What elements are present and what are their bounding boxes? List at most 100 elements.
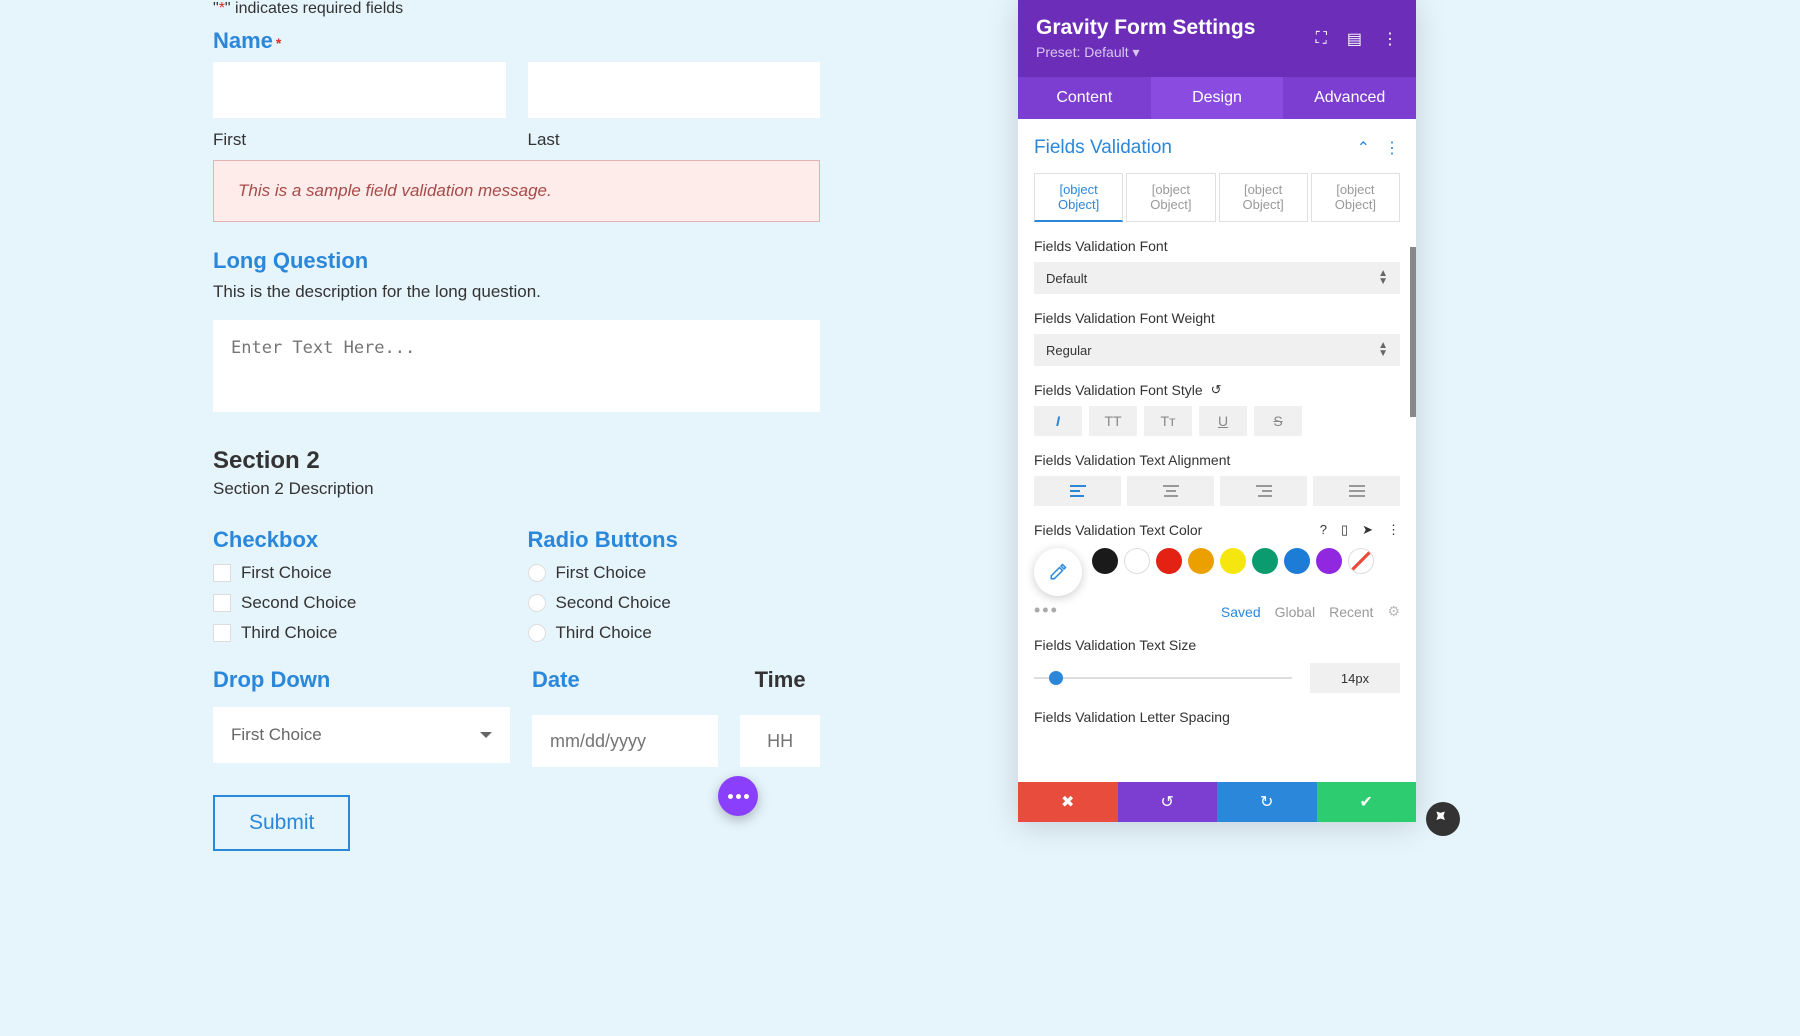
ellipsis-icon bbox=[728, 794, 749, 799]
color-swatch-none[interactable] bbox=[1348, 548, 1374, 574]
time-label: Time bbox=[740, 667, 820, 693]
select-arrows-icon: ▲▼ bbox=[1378, 342, 1388, 358]
text-align-label: Fields Validation Text Alignment bbox=[1034, 452, 1400, 468]
gear-icon[interactable]: ⚙ bbox=[1387, 603, 1400, 620]
checkbox-option[interactable]: Second Choice bbox=[213, 593, 506, 613]
section-2-description: Section 2 Description bbox=[213, 479, 820, 499]
name-label: Name* bbox=[213, 28, 820, 54]
swatch-tab-saved[interactable]: Saved bbox=[1221, 604, 1261, 620]
subtab-3[interactable]: [object Object] bbox=[1219, 173, 1308, 222]
color-swatch-blue[interactable] bbox=[1284, 548, 1310, 574]
tab-content[interactable]: Content bbox=[1018, 77, 1151, 119]
radio-option[interactable]: Third Choice bbox=[528, 623, 821, 643]
more-colors-icon[interactable]: ••• bbox=[1034, 600, 1059, 621]
color-swatch-red[interactable] bbox=[1156, 548, 1182, 574]
radio-option[interactable]: Second Choice bbox=[528, 593, 821, 613]
underline-button[interactable]: U bbox=[1199, 406, 1247, 436]
color-swatch-purple[interactable] bbox=[1316, 548, 1342, 574]
color-swatch-yellow[interactable] bbox=[1220, 548, 1246, 574]
kebab-icon[interactable]: ⋮ bbox=[1384, 138, 1400, 158]
radio-option[interactable]: First Choice bbox=[528, 563, 821, 583]
checkbox-icon bbox=[213, 594, 231, 612]
radio-group-label: Radio Buttons bbox=[528, 527, 821, 553]
expand-icon[interactable]: ⛶ bbox=[1316, 30, 1327, 48]
text-size-slider[interactable] bbox=[1034, 677, 1292, 679]
long-question-textarea[interactable] bbox=[213, 320, 820, 412]
chevron-up-icon[interactable]: ⌃ bbox=[1357, 138, 1370, 158]
dropdown-select[interactable]: First Choice bbox=[213, 707, 510, 763]
tab-advanced[interactable]: Advanced bbox=[1283, 77, 1416, 119]
section-2-title: Section 2 bbox=[213, 447, 820, 475]
checkbox-option[interactable]: First Choice bbox=[213, 563, 506, 583]
text-size-value[interactable]: 14px bbox=[1310, 663, 1400, 693]
align-right-button[interactable] bbox=[1220, 476, 1307, 506]
swatch-tab-recent[interactable]: Recent bbox=[1329, 604, 1373, 620]
color-swatch-black[interactable] bbox=[1092, 548, 1118, 574]
fields-validation-header[interactable]: Fields Validation bbox=[1034, 137, 1172, 159]
checkbox-icon bbox=[213, 624, 231, 642]
letter-spacing-label: Fields Validation Letter Spacing bbox=[1034, 709, 1400, 725]
text-size-label: Fields Validation Text Size bbox=[1034, 637, 1400, 653]
kebab-icon[interactable]: ⋮ bbox=[1382, 29, 1398, 49]
color-swatch-orange[interactable] bbox=[1188, 548, 1214, 574]
discard-button[interactable]: ✖ bbox=[1018, 782, 1118, 822]
subtab-4[interactable]: [object Object] bbox=[1311, 173, 1400, 222]
align-center-button[interactable] bbox=[1127, 476, 1214, 506]
mobile-icon[interactable]: ▯ bbox=[1341, 522, 1348, 538]
align-left-button[interactable] bbox=[1034, 476, 1121, 506]
date-input[interactable] bbox=[532, 715, 718, 767]
required-fields-note: "*" indicates required fields bbox=[213, 0, 820, 18]
last-name-input[interactable] bbox=[528, 62, 821, 118]
last-name-sublabel: Last bbox=[528, 130, 821, 150]
scrollbar-thumb[interactable] bbox=[1410, 247, 1416, 417]
checkbox-option[interactable]: Third Choice bbox=[213, 623, 506, 643]
color-swatch-white[interactable] bbox=[1124, 548, 1150, 574]
text-color-label: Fields Validation Text Color bbox=[1034, 522, 1202, 538]
uppercase-button[interactable]: TT bbox=[1089, 406, 1137, 436]
fab-more-button[interactable] bbox=[718, 776, 758, 816]
reset-icon[interactable]: ↺ bbox=[1211, 382, 1222, 398]
select-arrows-icon: ▲▼ bbox=[1378, 270, 1388, 286]
align-justify-button[interactable] bbox=[1313, 476, 1400, 506]
tab-design[interactable]: Design bbox=[1151, 77, 1284, 119]
smallcaps-button[interactable]: Tᴛ bbox=[1144, 406, 1192, 436]
subtab-1[interactable]: [object Object] bbox=[1034, 173, 1123, 222]
color-swatch-green[interactable] bbox=[1252, 548, 1278, 574]
time-hour-input[interactable] bbox=[740, 715, 820, 767]
save-button[interactable]: ✔ bbox=[1317, 782, 1417, 822]
radio-icon bbox=[528, 564, 546, 582]
radio-icon bbox=[528, 594, 546, 612]
checkbox-icon bbox=[213, 564, 231, 582]
slider-thumb[interactable] bbox=[1049, 671, 1063, 685]
eyedropper-button[interactable] bbox=[1034, 548, 1082, 596]
panel-title: Gravity Form Settings bbox=[1036, 16, 1255, 40]
font-select[interactable]: Default ▲▼ bbox=[1034, 262, 1400, 294]
italic-button[interactable]: I bbox=[1034, 406, 1082, 436]
font-weight-label: Fields Validation Font Weight bbox=[1034, 310, 1400, 326]
date-label: Date bbox=[532, 667, 718, 693]
radio-icon bbox=[528, 624, 546, 642]
first-name-sublabel: First bbox=[213, 130, 506, 150]
font-weight-select[interactable]: Regular ▲▼ bbox=[1034, 334, 1400, 366]
validation-message: This is a sample field validation messag… bbox=[213, 160, 820, 222]
help-icon[interactable]: ? bbox=[1320, 522, 1327, 538]
submit-button[interactable]: Submit bbox=[213, 795, 350, 851]
caret-down-icon bbox=[480, 732, 492, 738]
columns-icon[interactable]: ▤ bbox=[1347, 29, 1362, 49]
settings-panel: Gravity Form Settings Preset: Default ▾ … bbox=[1018, 0, 1416, 822]
chat-fab[interactable] bbox=[1426, 802, 1460, 836]
first-name-input[interactable] bbox=[213, 62, 506, 118]
dropdown-label: Drop Down bbox=[213, 667, 510, 693]
checkbox-group-label: Checkbox bbox=[213, 527, 506, 553]
font-label: Fields Validation Font bbox=[1034, 238, 1400, 254]
kebab-icon[interactable]: ⋮ bbox=[1387, 522, 1400, 538]
preset-select[interactable]: Preset: Default ▾ bbox=[1036, 44, 1255, 61]
subtab-2[interactable]: [object Object] bbox=[1126, 173, 1215, 222]
redo-button[interactable]: ↻ bbox=[1217, 782, 1317, 822]
cursor-icon[interactable]: ➤ bbox=[1362, 522, 1373, 538]
strikethrough-button[interactable]: S bbox=[1254, 406, 1302, 436]
font-style-label: Fields Validation Font Style ↺ bbox=[1034, 382, 1400, 398]
long-question-label: Long Question bbox=[213, 248, 820, 274]
swatch-tab-global[interactable]: Global bbox=[1275, 604, 1315, 620]
undo-button[interactable]: ↺ bbox=[1118, 782, 1218, 822]
